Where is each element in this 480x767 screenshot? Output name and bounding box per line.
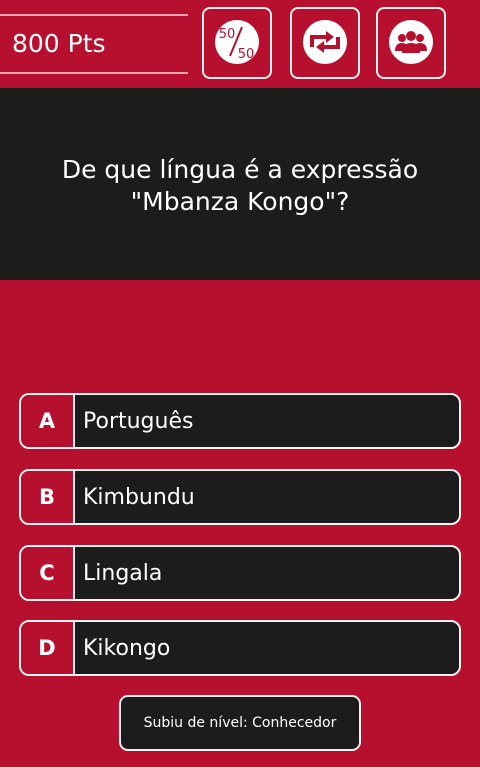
fifty-fifty-button[interactable]: 50 50 [202,7,272,79]
answer-option-b[interactable]: B Kimbundu [19,469,461,525]
answer-option-d[interactable]: D Kikongo [19,620,461,676]
answer-divider [73,547,75,599]
answer-letter-b: B [21,471,73,523]
answer-letter-c: C [21,547,73,599]
score-label: 800 Pts [12,29,106,58]
answer-text-b: Kimbundu [83,484,195,510]
question-panel: De que língua é a expressão "Mbanza Kong… [0,88,480,280]
fifty-fifty-glyph: 50 50 [219,26,255,62]
answer-divider [73,395,75,447]
answer-text-a: Português [83,408,194,434]
answer-option-c[interactable]: C Lingala [19,545,461,601]
answer-text-c: Lingala [83,560,163,586]
answer-divider [73,622,75,674]
answer-divider [73,471,75,523]
swap-question-button[interactable] [290,7,360,79]
fifty-top: 50 [219,27,236,42]
fifty-bottom: 50 [238,47,255,62]
swap-arrows-glyph [310,31,340,53]
top-bar: 800 Pts 50 50 [0,0,480,88]
answer-option-a[interactable]: A Português [19,393,461,449]
audience-help-button[interactable] [376,7,446,79]
answer-text-d: Kikongo [83,635,171,661]
answer-letter-d: D [21,622,73,674]
people-glyph [395,31,427,53]
score-box: 800 Pts [0,14,188,74]
level-up-toast: Subiu de nível: Conhecedor [119,695,361,751]
question-line-1: De que língua é a expressão [61,155,419,184]
question-line-2: "Mbanza Kongo"? [130,187,350,216]
question-text: De que língua é a expressão "Mbanza Kong… [20,154,460,218]
answer-letter-a: A [21,395,73,447]
